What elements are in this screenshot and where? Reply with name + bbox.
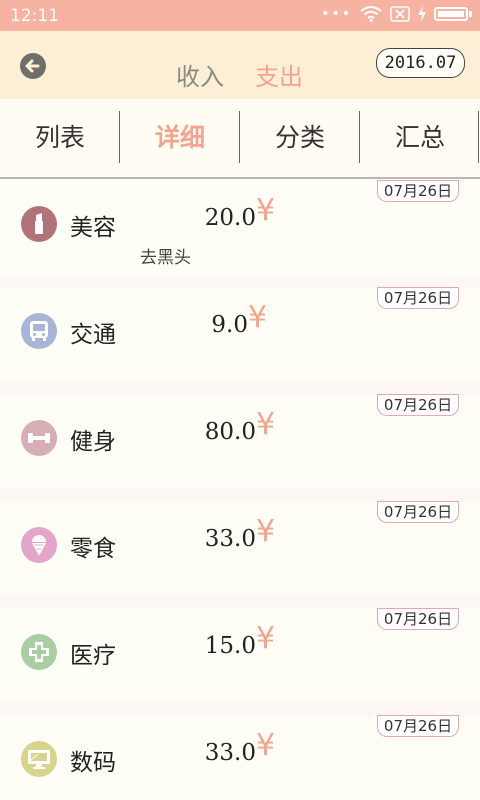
- status-time: 12:11: [10, 6, 59, 26]
- icecream-icon: [21, 527, 57, 563]
- month-picker-button[interactable]: 2016.07: [376, 48, 465, 78]
- record-date-badge: 07月26日: [377, 287, 459, 309]
- battery-icon: [434, 7, 468, 21]
- record-amount: 20.0: [204, 205, 256, 231]
- record-row[interactable]: 07月26日 零食 33.0 ¥: [0, 501, 480, 595]
- tab-detail[interactable]: 详细: [120, 99, 240, 177]
- record-date-badge: 07月26日: [377, 501, 459, 523]
- status-icons: •••: [321, 6, 472, 22]
- medical-cross-icon: [21, 634, 57, 670]
- record-amount: 33.0: [204, 740, 256, 766]
- record-category: 数码: [70, 750, 116, 776]
- record-row[interactable]: 07月26日 健身 80.0 ¥: [0, 394, 480, 488]
- record-amount: 80.0: [204, 419, 256, 445]
- record-amount: 15.0: [204, 633, 256, 659]
- cosmetics-icon: [21, 206, 57, 242]
- status-bar: 12:11 •••: [0, 0, 480, 31]
- charging-icon: [418, 6, 426, 22]
- currency-symbol: ¥: [248, 300, 268, 335]
- view-tabs: 列表 详细 分类 汇总: [0, 99, 480, 179]
- no-sim-icon: [390, 6, 410, 22]
- monitor-icon: [21, 741, 57, 777]
- wifi-icon: [360, 6, 382, 22]
- back-arrow-icon[interactable]: [18, 51, 48, 81]
- notification-dots-icon: •••: [321, 6, 352, 22]
- record-category: 美容: [70, 215, 116, 241]
- tab-summary[interactable]: 汇总: [360, 99, 480, 177]
- currency-symbol: ¥: [256, 407, 276, 442]
- record-date-badge: 07月26日: [377, 608, 459, 630]
- record-note: 去黑头: [140, 248, 191, 268]
- currency-symbol: ¥: [256, 193, 276, 228]
- record-date-badge: 07月26日: [377, 715, 459, 737]
- record-row[interactable]: 07月26日 数码 33.0 ¥: [0, 715, 480, 800]
- battery-tip: [469, 11, 472, 17]
- app-header: 收入 支出 2016.07: [0, 31, 480, 99]
- income-tab[interactable]: 收入: [176, 57, 224, 92]
- record-date-badge: 07月26日: [377, 180, 459, 202]
- record-amount: 9.0: [211, 312, 248, 338]
- record-row[interactable]: 07月26日 美容 20.0 ¥ 去黑头: [0, 180, 480, 274]
- tab-divider: [478, 111, 479, 163]
- record-category: 健身: [70, 429, 116, 455]
- currency-symbol: ¥: [256, 728, 276, 763]
- record-category: 医疗: [70, 643, 116, 669]
- record-row[interactable]: 07月26日 医疗 15.0 ¥: [0, 608, 480, 702]
- expense-tab[interactable]: 支出: [255, 57, 303, 92]
- record-row[interactable]: 07月26日 交通 9.0 ¥: [0, 287, 480, 381]
- currency-symbol: ¥: [256, 621, 276, 656]
- record-amount: 33.0: [204, 526, 256, 552]
- record-category: 交通: [70, 322, 116, 348]
- bus-icon: [21, 313, 57, 349]
- record-date-badge: 07月26日: [377, 394, 459, 416]
- currency-symbol: ¥: [256, 514, 276, 549]
- record-category: 零食: [70, 536, 116, 562]
- tab-category[interactable]: 分类: [240, 99, 360, 177]
- dumbbell-icon: [21, 420, 57, 456]
- tab-list[interactable]: 列表: [0, 99, 120, 177]
- expense-record-list: 07月26日 美容 20.0 ¥ 去黑头 07月26日 交通 9.0 ¥ 07月…: [0, 180, 480, 800]
